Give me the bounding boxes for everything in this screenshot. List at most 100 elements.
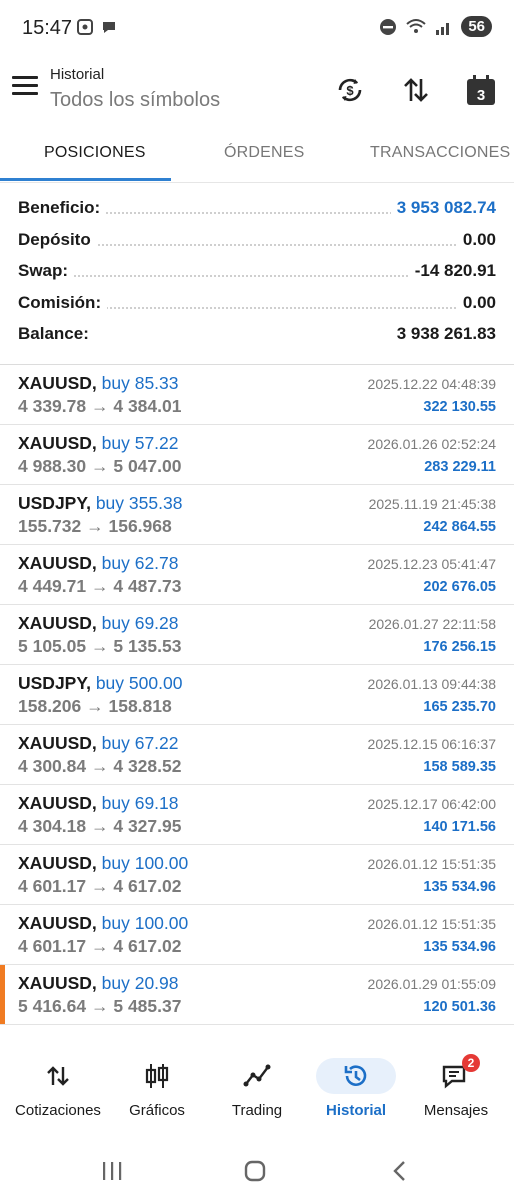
summary-row-swap: Swap: -14 820.91: [0, 255, 514, 287]
position-symbol: XAUUSD, buy 100.00: [18, 913, 189, 933]
active-tab-indicator: [0, 178, 171, 181]
trading-line-icon: [233, 1058, 281, 1094]
position-profit: 140 171.56: [423, 819, 496, 835]
currency-sync-icon: $: [338, 78, 362, 102]
sort-button[interactable]: [398, 72, 434, 108]
symbol-filter[interactable]: Todos los símbolos: [50, 89, 220, 112]
status-notification-icons: [76, 18, 118, 36]
profit-label: Beneficio:: [18, 198, 107, 218]
position-time: 2025.12.17 06:42:00: [367, 796, 496, 812]
position-prices: 4 449.71 → 4 487.73: [18, 576, 182, 596]
position-symbol: USDJPY, buy 500.00: [18, 673, 183, 693]
position-type: buy 67.22: [101, 733, 179, 753]
position-type: buy 69.18: [101, 793, 179, 813]
list-item[interactable]: XAUUSD, buy 20.98 5 416.64 → 5 485.37 20…: [0, 965, 514, 1025]
nav-history-label: Historial: [325, 1102, 386, 1119]
back-icon[interactable]: [385, 1158, 415, 1184]
position-time: 2025.12.22 04:48:39: [367, 376, 496, 392]
position-profit: 165 235.70: [423, 699, 496, 715]
position-symbol: USDJPY, buy 355.38: [18, 493, 183, 513]
recent-apps-icon[interactable]: [97, 1158, 127, 1184]
summary-row-balance: Balance: 3 938 261.83: [0, 318, 514, 350]
nav-messages[interactable]: 2 Mensajes: [406, 1050, 506, 1130]
calendar-icon: 3: [467, 75, 495, 105]
position-type: buy 100.00: [101, 853, 189, 873]
status-time: 15:47: [22, 17, 73, 39]
calendar-day: 3: [477, 87, 485, 104]
tab-transactions[interactable]: TRANSACCIONES: [370, 144, 510, 162]
summary-row-deposit: Depósito 0.00: [0, 224, 514, 256]
position-profit: 322 130.55: [423, 399, 496, 415]
position-time: 2026.01.26 02:52:24: [367, 436, 496, 452]
nav-charts-label: Gráficos: [129, 1102, 185, 1119]
position-profit: 120 501.36: [423, 999, 496, 1015]
position-time: 2025.12.23 05:41:47: [367, 556, 496, 572]
nav-messages-label: Mensajes: [423, 1102, 489, 1119]
position-time: 2026.01.13 09:44:38: [367, 676, 496, 692]
position-symbol: XAUUSD, buy 20.98: [18, 973, 179, 993]
battery-indicator: 56: [461, 16, 492, 37]
position-type: buy 62.78: [101, 553, 179, 573]
app-bar: Historial Todos los símbolos $ 3: [0, 60, 514, 124]
position-prices: 4 988.30 → 5 047.00: [18, 456, 182, 476]
position-profit: 283 229.11: [424, 459, 496, 475]
wifi-icon: [406, 18, 426, 33]
position-type: buy 20.98: [101, 973, 179, 993]
home-icon[interactable]: [240, 1158, 270, 1184]
position-prices: 4 304.18 → 4 327.95: [18, 816, 182, 836]
position-prices: 4 300.84 → 4 328.52: [18, 756, 182, 776]
position-prices: 5 416.64 → 5 485.37: [18, 996, 182, 1016]
tab-positions[interactable]: POSICIONES: [44, 144, 146, 162]
position-time: 2025.12.15 06:16:37: [367, 736, 496, 752]
position-time: 2025.11.19 21:45:38: [368, 496, 496, 512]
deposit-label: Depósito: [18, 229, 97, 250]
commission-value: 0.00: [456, 292, 496, 313]
position-profit: 202 676.05: [423, 579, 496, 595]
menu-icon[interactable]: [12, 76, 38, 98]
balance-label: Balance:: [18, 324, 95, 345]
status-bar: 15:47 56: [0, 0, 514, 60]
position-time: 2026.01.12 15:51:35: [367, 916, 496, 932]
currency-sync-button[interactable]: $: [332, 72, 368, 108]
calendar-button[interactable]: 3: [463, 72, 499, 108]
position-time: 2026.01.29 01:55:09: [367, 976, 496, 992]
commission-label: Comisión:: [18, 292, 108, 313]
history-clock-icon: [316, 1058, 396, 1094]
position-prices: 158.206 → 158.818: [18, 696, 172, 716]
position-symbol: XAUUSD, buy 69.28: [18, 613, 179, 633]
tab-orders[interactable]: ÓRDENES: [224, 144, 305, 162]
messages-badge: 2: [462, 1054, 480, 1072]
nav-history[interactable]: Historial: [306, 1050, 406, 1130]
position-symbol: XAUUSD, buy 57.22: [18, 433, 179, 453]
list-item[interactable]: XAUUSD, buy 100.00 4 601.17 → 4 617.02 2…: [0, 905, 514, 965]
dnd-icon: [380, 18, 397, 35]
list-item[interactable]: XAUUSD, buy 69.18 4 304.18 → 4 327.95 20…: [0, 785, 514, 845]
list-item[interactable]: XAUUSD, buy 69.28 5 105.05 → 5 135.53 20…: [0, 605, 514, 665]
svg-text:$: $: [346, 83, 354, 98]
position-symbol: XAUUSD, buy 67.22: [18, 733, 179, 753]
nav-trading[interactable]: Trading: [207, 1050, 307, 1130]
position-profit: 135 534.96: [423, 939, 496, 955]
position-symbol: XAUUSD, buy 100.00: [18, 853, 189, 873]
position-type: buy 100.00: [101, 913, 189, 933]
list-item[interactable]: XAUUSD, buy 100.00 4 601.17 → 4 617.02 2…: [0, 845, 514, 905]
screenshot-icon: [77, 19, 93, 35]
nav-quotes[interactable]: Cotizaciones: [8, 1050, 108, 1130]
position-symbol: XAUUSD, buy 69.18: [18, 793, 179, 813]
sort-arrows-icon: [404, 78, 428, 102]
summary-row-commission: Comisión: 0.00: [0, 287, 514, 319]
list-item[interactable]: USDJPY, buy 355.38 155.732 → 156.968 202…: [0, 485, 514, 545]
position-time: 2026.01.12 15:51:35: [367, 856, 496, 872]
list-item[interactable]: XAUUSD, buy 85.33 4 339.78 → 4 384.01 20…: [0, 365, 514, 425]
list-item[interactable]: USDJPY, buy 500.00 158.206 → 158.818 202…: [0, 665, 514, 725]
chat-bubble-icon: [103, 22, 115, 33]
swap-value: -14 820.91: [408, 261, 496, 282]
position-prices: 4 601.17 → 4 617.02: [18, 936, 182, 956]
nav-trading-label: Trading: [231, 1102, 283, 1119]
list-item[interactable]: XAUUSD, buy 62.78 4 449.71 → 4 487.73 20…: [0, 545, 514, 605]
list-item[interactable]: XAUUSD, buy 57.22 4 988.30 → 5 047.00 20…: [0, 425, 514, 485]
position-profit: 176 256.15: [423, 639, 496, 655]
list-item[interactable]: XAUUSD, buy 67.22 4 300.84 → 4 328.52 20…: [0, 725, 514, 785]
system-navigation-bar: [0, 1140, 514, 1200]
nav-charts[interactable]: Gráficos: [107, 1050, 207, 1130]
